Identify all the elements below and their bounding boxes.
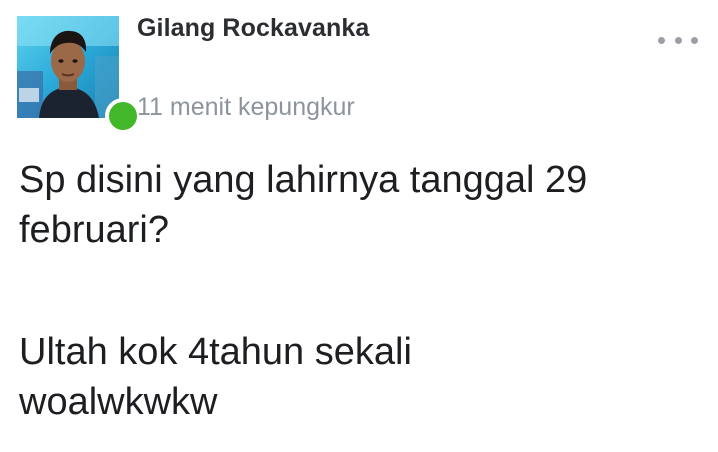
author-name[interactable]: Gilang Rockavanka [137,14,369,43]
post-text-line: Sp disini yang lahirnya tanggal 29 [19,159,588,201]
dot [691,36,698,44]
online-status-icon [105,98,141,134]
post-text-paragraph-2: Ultah kok 4tahun sekali woalwkwkw [19,327,699,427]
more-horizontal-icon[interactable] [658,30,698,50]
post-text-line: februari? [19,209,169,251]
post-text-paragraph-1: Sp disini yang lahirnya tanggal 29 febru… [19,155,699,255]
dot [658,36,665,44]
avatar[interactable] [17,16,141,134]
post-text-line: Ultah kok 4tahun sekali [19,331,412,373]
profile-photo [17,16,119,118]
post-timestamp[interactable]: 11 menit kepungkur [137,93,355,122]
dot [674,36,682,44]
post-text-line: woalwkwkw [19,381,218,423]
post-card: Gilang Rockavanka 11 menit kepungkur Sp … [0,0,718,452]
